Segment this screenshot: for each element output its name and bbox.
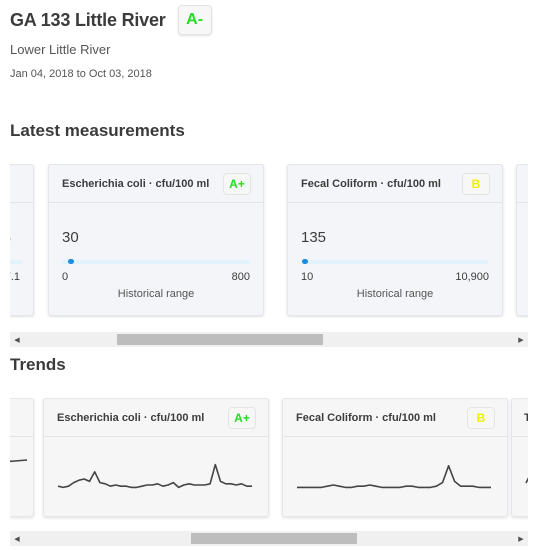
latest-measurements-heading: Latest measurements bbox=[10, 121, 185, 140]
measurement-value: 135 bbox=[301, 229, 327, 246]
card-header: T bbox=[512, 399, 528, 437]
card-title: Escherichia coli · cfu/100 ml bbox=[57, 411, 205, 424]
measurement-card-fecal-coliform[interactable]: Fecal Coliform · cfu/100 ml B 135 10 10,… bbox=[287, 164, 503, 316]
scroll-right-arrow-icon[interactable]: ▶ bbox=[514, 531, 528, 546]
range-track bbox=[301, 259, 489, 264]
historical-range-label: Historical range bbox=[117, 288, 195, 300]
range-max: 800 bbox=[231, 271, 250, 283]
card-header bbox=[517, 165, 528, 203]
scroll-thumb[interactable] bbox=[117, 334, 323, 345]
range-max: 7.1 bbox=[10, 271, 20, 283]
card-header: Escherichia coli · cfu/100 ml A+ bbox=[44, 399, 268, 437]
range-track bbox=[62, 259, 250, 264]
range-marker bbox=[302, 259, 309, 264]
site-header: GA 133 Little River A- Lower Little Rive… bbox=[10, 4, 212, 80]
trend-card-e-coli[interactable]: Escherichia coli · cfu/100 ml A+ bbox=[43, 398, 269, 517]
trend-card-partial-right[interactable]: T bbox=[511, 398, 528, 517]
card-header: Fecal Coliform · cfu/100 ml B bbox=[283, 399, 507, 437]
scroll-left-arrow-icon[interactable]: ◀ bbox=[10, 332, 24, 347]
latest-measurements-carousel: 3 7.1 Escherichia coli · cfu/100 ml A+ 3… bbox=[10, 164, 528, 318]
overall-grade-badge: A- bbox=[177, 5, 212, 35]
card-title: T bbox=[524, 411, 528, 424]
trend-line bbox=[57, 463, 252, 489]
range-marker bbox=[68, 259, 75, 264]
card-title: Escherichia coli · cfu/100 ml bbox=[62, 177, 210, 190]
card-header bbox=[10, 399, 33, 437]
card-header: Escherichia coli · cfu/100 ml A+ bbox=[49, 165, 263, 203]
trend-sparkline-partial bbox=[10, 459, 28, 463]
trend-line bbox=[525, 477, 528, 484]
card-header bbox=[10, 165, 33, 203]
site-subtitle: Lower Little River bbox=[10, 42, 111, 57]
trends-scrollbar[interactable]: ◀ ▶ bbox=[10, 531, 528, 546]
historical-range-label: Historical range bbox=[356, 288, 434, 300]
scroll-right-arrow-icon[interactable]: ▶ bbox=[514, 332, 528, 347]
card-title: Fecal Coliform · cfu/100 ml bbox=[301, 177, 441, 190]
trend-line bbox=[10, 459, 28, 463]
measurement-card-partial-left[interactable]: 3 7.1 bbox=[10, 164, 34, 316]
measurement-card-partial-right[interactable] bbox=[516, 164, 528, 316]
site-title: GA 133 Little River bbox=[10, 9, 166, 30]
scroll-left-arrow-icon[interactable]: ◀ bbox=[10, 531, 24, 546]
scroll-thumb[interactable] bbox=[190, 533, 358, 544]
grade-badge: B bbox=[462, 172, 490, 195]
trend-sparkline-partial bbox=[525, 477, 528, 484]
trend-line bbox=[297, 465, 491, 489]
trend-sparkline bbox=[297, 465, 491, 489]
trend-sparkline bbox=[57, 463, 252, 489]
card-header: Fecal Coliform · cfu/100 ml B bbox=[288, 165, 502, 203]
range-min: 0 bbox=[62, 271, 69, 283]
range-track bbox=[10, 260, 23, 264]
measurement-value: 30 bbox=[62, 229, 79, 246]
latest-measurements-scrollbar[interactable]: ◀ ▶ bbox=[10, 332, 528, 347]
measurement-card-e-coli[interactable]: Escherichia coli · cfu/100 ml A+ 30 0 80… bbox=[48, 164, 264, 316]
grade-badge: B bbox=[467, 406, 495, 429]
trends-carousel: Escherichia coli · cfu/100 ml A+ Fecal C… bbox=[10, 398, 528, 520]
grade-badge: A+ bbox=[228, 406, 256, 429]
date-range: Jan 04, 2018 to Oct 03, 2018 bbox=[10, 68, 152, 80]
card-title: Fecal Coliform · cfu/100 ml bbox=[296, 411, 436, 424]
range-min: 10 bbox=[301, 271, 314, 283]
measurement-value: 3 bbox=[10, 229, 11, 246]
grade-badge: A+ bbox=[223, 172, 251, 195]
trend-card-fecal-coliform[interactable]: Fecal Coliform · cfu/100 ml B bbox=[282, 398, 508, 517]
trends-heading: Trends bbox=[10, 355, 66, 374]
trend-card-partial-left[interactable] bbox=[10, 398, 34, 517]
range-max: 10,900 bbox=[455, 271, 489, 283]
